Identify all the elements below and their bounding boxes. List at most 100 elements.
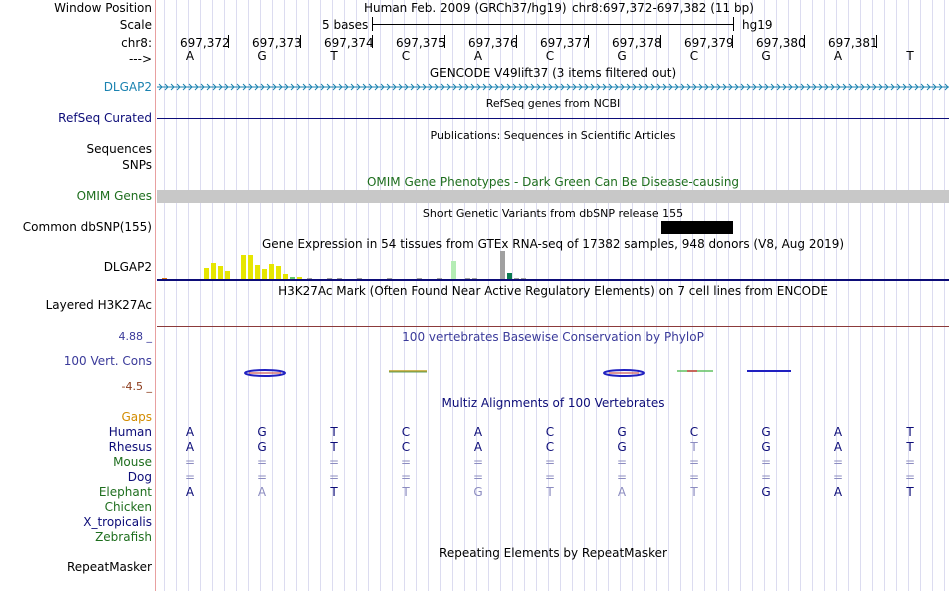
alignment-base: T (330, 440, 338, 454)
alignment-base: T (402, 485, 410, 499)
alignment-base: T (330, 425, 338, 439)
alignment-base: = (184, 455, 196, 469)
label-omim-genes[interactable]: OMIM Genes (77, 189, 152, 203)
species-label[interactable]: Zebrafish (95, 530, 152, 544)
species-label[interactable]: Elephant (99, 485, 152, 499)
gencode-title[interactable]: GENCODE V49lift37 (3 items filtered out) (156, 66, 950, 80)
coordinate-tick (732, 35, 733, 48)
alignment-base: = (688, 470, 700, 484)
reference-base: C (401, 49, 411, 63)
alignment-base: T (330, 485, 338, 499)
label-common-dbsnp[interactable]: Common dbSNP(155) (23, 220, 152, 234)
coordinate-label: 697,372 (180, 36, 230, 50)
coordinate-tick (372, 35, 373, 48)
gtex-title[interactable]: Gene Expression in 54 tissues from GTEx … (156, 237, 950, 251)
repeatmasker-title[interactable]: Repeating Elements by RepeatMasker (156, 546, 950, 560)
gtex-expression-bars[interactable] (157, 250, 949, 280)
label-strand-arrow: ---> (128, 52, 152, 66)
coordinate-label: 697,374 (324, 36, 374, 50)
alignment-base: = (256, 470, 268, 484)
species-label[interactable]: Chicken (105, 500, 152, 514)
coordinate-label: 697,376 (468, 36, 518, 50)
alignment-base: A (257, 485, 267, 499)
alignment-base: T (690, 440, 698, 454)
coordinate-label: 697,375 (396, 36, 446, 50)
omim-gene-bar[interactable] (157, 190, 949, 203)
species-label[interactable]: Human (109, 425, 152, 439)
label-phylop-max: 4.88 _ (118, 330, 153, 343)
label-refseq-curated[interactable]: RefSeq Curated (58, 111, 152, 125)
alignment-base: = (760, 470, 772, 484)
alignment-base: = (328, 470, 340, 484)
gencode-dlgap2-transcript[interactable] (157, 81, 949, 93)
species-label[interactable]: Rhesus (109, 440, 152, 454)
alignment-base: = (904, 455, 916, 469)
alignment-base: = (400, 470, 412, 484)
coordinate-tick (660, 35, 661, 48)
reference-base: G (761, 49, 771, 63)
alignment-base: G (257, 425, 267, 439)
alignment-base: A (833, 425, 843, 439)
label-gaps[interactable]: Gaps (121, 410, 152, 424)
alignment-base: G (473, 485, 483, 499)
label-window-position: Window Position (54, 1, 152, 15)
omim-title[interactable]: OMIM Gene Phenotypes - Dark Green Can Be… (156, 175, 950, 189)
alignment-base: = (544, 455, 556, 469)
scale-text: 5 bases (322, 18, 369, 32)
label-100-vert-cons[interactable]: 100 Vert. Cons (64, 354, 152, 368)
alignment-base: T (906, 425, 914, 439)
refseq-transcript-line[interactable] (157, 118, 949, 119)
dbsnp-title[interactable]: Short Genetic Variants from dbSNP releas… (156, 207, 950, 220)
phylop-title[interactable]: 100 vertebrates Basewise Conservation by… (156, 330, 950, 344)
alignment-base: A (833, 485, 843, 499)
dbsnp-variant-block[interactable] (661, 221, 733, 234)
alignment-base: = (616, 470, 628, 484)
h3k27ac-title[interactable]: H3K27Ac Mark (Often Found Near Active Re… (156, 284, 950, 298)
label-scale: Scale (119, 18, 152, 32)
alignment-base: T (690, 485, 698, 499)
alignment-base: A (473, 440, 483, 454)
label-gencode-dlgap2[interactable]: DLGAP2 (104, 80, 152, 94)
label-chr: chr8: (121, 36, 152, 50)
alignment-base: A (833, 440, 843, 454)
label-layered-h3k27ac[interactable]: Layered H3K27Ac (46, 298, 152, 312)
h3k27ac-baseline (157, 326, 949, 327)
coordinate-label: 697,380 (756, 36, 806, 50)
alignment-base: C (401, 425, 411, 439)
coordinate-tick (516, 35, 517, 48)
species-label[interactable]: X_tropicalis (83, 515, 152, 529)
alignment-base: A (185, 425, 195, 439)
alignment-base: = (184, 470, 196, 484)
alignment-base: T (906, 485, 914, 499)
alignment-base: = (616, 455, 628, 469)
reference-base: G (257, 49, 267, 63)
alignment-base: G (617, 440, 627, 454)
alignment-base: C (545, 440, 555, 454)
alignment-base: C (545, 425, 555, 439)
alignment-base: = (472, 470, 484, 484)
alignment-base: = (472, 455, 484, 469)
label-snps[interactable]: SNPs (122, 158, 152, 172)
species-label[interactable]: Mouse (113, 455, 152, 469)
alignment-base: C (689, 425, 699, 439)
label-gtex-dlgap2[interactable]: DLGAP2 (104, 260, 152, 274)
reference-base: A (473, 49, 483, 63)
phylop-signal[interactable] (157, 362, 949, 382)
alignment-base: A (185, 440, 195, 454)
reference-base: A (185, 49, 195, 63)
multiz-title[interactable]: Multiz Alignments of 100 Vertebrates (156, 396, 950, 410)
refseq-title[interactable]: RefSeq genes from NCBI (156, 97, 950, 110)
label-sequences[interactable]: Sequences (87, 142, 152, 156)
coordinate-label: 697,379 (684, 36, 734, 50)
alignment-base: G (761, 485, 771, 499)
scale-bar (372, 17, 734, 31)
coordinate-label: 697,378 (612, 36, 662, 50)
alignment-base: = (328, 455, 340, 469)
reference-base: C (545, 49, 555, 63)
reference-base: C (689, 49, 699, 63)
label-repeatmasker[interactable]: RepeatMasker (67, 560, 152, 574)
alignment-base: = (544, 470, 556, 484)
species-label[interactable]: Dog (128, 470, 152, 484)
publications-title[interactable]: Publications: Sequences in Scientific Ar… (156, 129, 950, 142)
coordinate-tick (804, 35, 805, 48)
